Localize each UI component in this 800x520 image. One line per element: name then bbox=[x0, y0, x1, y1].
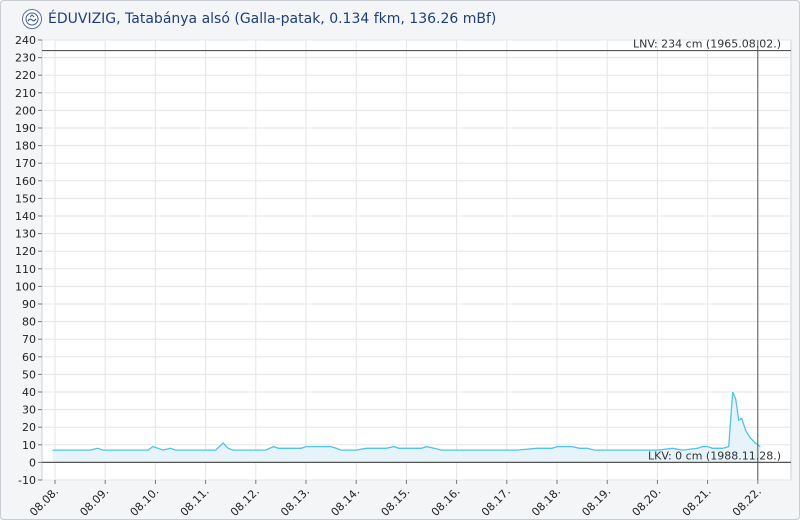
y-tick-label: 100 bbox=[15, 280, 36, 293]
y-tick-label: 50 bbox=[22, 368, 36, 381]
y-tick-label: 170 bbox=[15, 157, 36, 170]
y-tick-label: 0 bbox=[29, 456, 36, 469]
x-tick-label: 08.08. bbox=[27, 485, 61, 519]
x-tick-label: 08.11. bbox=[178, 485, 212, 519]
x-tick-label: 08.09. bbox=[77, 485, 111, 519]
y-tick-label: 220 bbox=[15, 69, 36, 82]
y-tick-label: 240 bbox=[15, 34, 36, 47]
y-tick-label: 190 bbox=[15, 122, 36, 135]
y-tick-label: 60 bbox=[22, 351, 36, 364]
y-axis-ticks: -10 0 10 20 30 40 50 60 70 80 90 100 110 120 130 140 150… bbox=[15, 34, 42, 487]
y-tick-label: 160 bbox=[15, 175, 36, 188]
x-tick-label: 08.20. bbox=[630, 485, 664, 519]
y-tick-label: 40 bbox=[22, 386, 36, 399]
reference-label: LKV: 0 cm (1988.11.28.) bbox=[648, 449, 781, 462]
plot-area bbox=[41, 39, 792, 481]
y-tick-label: 210 bbox=[15, 87, 36, 100]
y-tick-label: 110 bbox=[15, 263, 36, 276]
x-tick-label: 08.12. bbox=[228, 485, 262, 519]
y-tick-label: 30 bbox=[22, 404, 36, 417]
y-tick-label: 130 bbox=[15, 228, 36, 241]
y-tick-label: 140 bbox=[15, 210, 36, 223]
x-axis-ticks: 08.08. 08.09. 08.10. 08.11. 08.12. 08.13. 08.1… bbox=[27, 480, 764, 519]
y-tick-label: 120 bbox=[15, 245, 36, 258]
reference-label: LNV: 234 cm (1965.08.02.) bbox=[633, 38, 781, 51]
y-tick-label: 230 bbox=[15, 52, 36, 65]
x-tick-label: 08.22. bbox=[730, 485, 764, 519]
y-tick-label: 10 bbox=[22, 439, 36, 452]
y-tick-label: 20 bbox=[22, 421, 36, 434]
y-tick-label: 90 bbox=[22, 298, 36, 311]
x-tick-label: 08.13. bbox=[278, 485, 312, 519]
y-tick-label: 150 bbox=[15, 192, 36, 205]
x-tick-label: 08.15. bbox=[379, 485, 413, 519]
y-tick-label: -10 bbox=[18, 474, 36, 487]
y-tick-label: 180 bbox=[15, 140, 36, 153]
y-tick-label: 200 bbox=[15, 104, 36, 117]
water-level-chart: LNV: 234 cm (1965.08.02.) LKV: 0 cm (1988… bbox=[15, 34, 792, 519]
x-tick-label: 08.17. bbox=[479, 485, 513, 519]
x-tick-label: 08.21. bbox=[680, 485, 714, 519]
x-tick-label: 08.10. bbox=[128, 485, 162, 519]
x-tick-label: 08.14. bbox=[328, 485, 362, 519]
x-tick-label: 08.19. bbox=[579, 485, 613, 519]
y-tick-label: 80 bbox=[22, 316, 36, 329]
x-tick-label: 08.16. bbox=[429, 485, 463, 519]
x-tick-label: 08.18. bbox=[529, 485, 563, 519]
y-tick-label: 70 bbox=[22, 333, 36, 346]
